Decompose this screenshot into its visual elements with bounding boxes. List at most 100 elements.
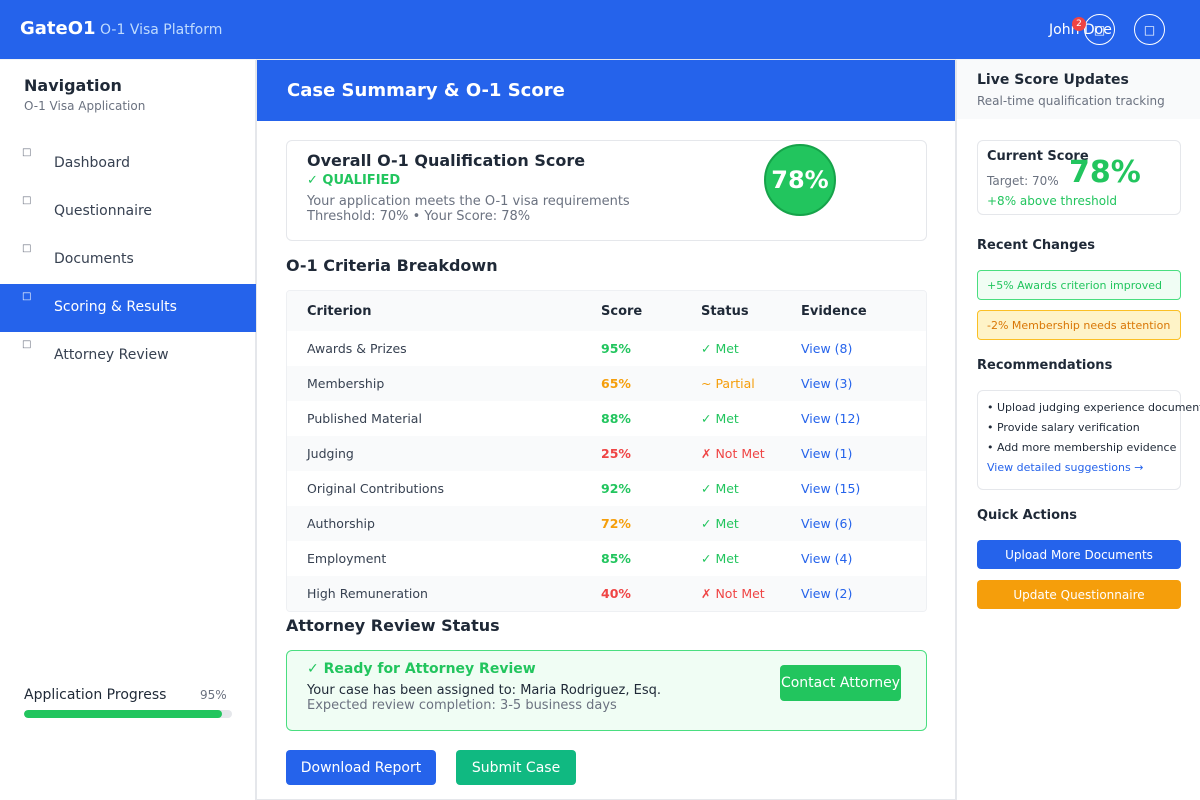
evidence-link[interactable]: View (3)	[801, 376, 852, 391]
documents-icon: □	[22, 243, 32, 254]
criterion-cell: Awards & Prizes	[307, 341, 407, 356]
gear-icon: □	[1143, 22, 1156, 37]
score-circle: 78%	[764, 144, 836, 216]
table-row: High Remuneration 40% ✗ Not Met View (2)	[287, 576, 926, 611]
submit-case-button[interactable]: Submit Case	[456, 750, 576, 785]
settings-button[interactable]: □	[1134, 14, 1165, 45]
update-questionnaire-button[interactable]: Update Questionnaire	[977, 580, 1181, 609]
notification-badge: 2	[1072, 17, 1086, 31]
qualification-status: ✓ QUALIFIED	[307, 173, 401, 188]
sidebar-item-questionnaire[interactable]: □ Questionnaire	[0, 188, 256, 236]
table-row: Membership 65% ~ Partial View (3)	[287, 366, 926, 401]
progress-value: 95%	[200, 688, 227, 702]
score-description: Your application meets the O-1 visa requ…	[307, 194, 630, 209]
criterion-cell: Published Material	[307, 411, 422, 426]
attorney-status-card: ✓ Ready for Attorney Review Your case ha…	[286, 650, 927, 731]
attorney-status-title: ✓ Ready for Attorney Review	[307, 661, 536, 677]
evidence-link[interactable]: View (12)	[801, 411, 860, 426]
quick-actions-heading: Quick Actions	[977, 508, 1078, 523]
live-score-panel: Live Score Updates Real-time qualificati…	[956, 60, 1200, 800]
current-score-target: Target: 70%	[987, 174, 1059, 188]
score-cell: 95%	[601, 341, 631, 356]
criterion-cell: High Remuneration	[307, 586, 428, 601]
sidebar-item-label: Dashboard	[54, 155, 130, 171]
table-header: Criterion Score Status Evidence	[287, 291, 926, 331]
notifications-button[interactable]: □	[1084, 14, 1115, 45]
status-cell: ✗ Not Met	[701, 586, 765, 601]
download-report-button[interactable]: Download Report	[286, 750, 436, 785]
table-row: Authorship 72% ✓ Met View (6)	[287, 506, 926, 541]
criteria-table: Criterion Score Status Evidence Awards &…	[286, 290, 927, 612]
score-cell: 65%	[601, 376, 631, 391]
status-cell: ✓ Met	[701, 481, 739, 496]
score-cell: 85%	[601, 551, 631, 566]
score-card-title: Overall O-1 Qualification Score	[307, 151, 586, 170]
criteria-heading: O-1 Criteria Breakdown	[286, 256, 498, 275]
table-row: Original Contributions 92% ✓ Met View (15)	[287, 471, 926, 506]
brand-logo[interactable]: GateO1	[20, 18, 96, 39]
detailed-suggestions-link[interactable]: View detailed suggestions →	[987, 461, 1143, 474]
sidebar-item-scoring[interactable]: □ Scoring & Results	[0, 284, 256, 332]
score-cell: 88%	[601, 411, 631, 426]
recommendation-item: • Upload judging experience documentatio…	[987, 401, 1200, 414]
evidence-link[interactable]: View (6)	[801, 516, 852, 531]
column-header: Criterion	[307, 304, 372, 319]
current-score-value: 78%	[1069, 155, 1141, 190]
score-threshold: Threshold: 70% • Your Score: 78%	[307, 209, 531, 224]
table-row: Published Material 88% ✓ Met View (12)	[287, 401, 926, 436]
column-header: Evidence	[801, 304, 867, 319]
score-cell: 72%	[601, 516, 631, 531]
brand-subtitle: O-1 Visa Platform	[100, 22, 223, 38]
sidebar-item-label: Documents	[54, 251, 134, 267]
bell-icon: □	[1093, 22, 1106, 37]
status-cell: ✓ Met	[701, 551, 739, 566]
column-header: Score	[601, 304, 643, 319]
recommendations-card: • Upload judging experience documentatio…	[977, 390, 1200, 490]
evidence-link[interactable]: View (2)	[801, 586, 852, 601]
score-card: Overall O-1 Qualification Score ✓ QUALIF…	[286, 140, 927, 241]
change-item-positive: +5% Awards criterion improved	[977, 270, 1181, 300]
status-cell: ~ Partial	[701, 376, 755, 391]
progress-fill	[24, 710, 222, 718]
criterion-cell: Original Contributions	[307, 481, 445, 496]
evidence-link[interactable]: View (4)	[801, 551, 852, 566]
progress-bar	[24, 710, 232, 718]
contact-attorney-button[interactable]: Contact Attorney	[780, 665, 901, 701]
table-row: Judging 25% ✗ Not Met View (1)	[287, 436, 926, 471]
page-title: Case Summary & O-1 Score	[287, 80, 565, 101]
evidence-link[interactable]: View (15)	[801, 481, 860, 496]
score-cell: 40%	[601, 586, 631, 601]
evidence-link[interactable]: View (8)	[801, 341, 852, 356]
criterion-cell: Judging	[307, 446, 354, 461]
criterion-cell: Membership	[307, 376, 385, 391]
sidebar-item-label: Scoring & Results	[54, 299, 177, 315]
top-bar: GateO1 O-1 Visa Platform John Doe □ 2 □	[0, 0, 1200, 59]
sidebar-item-documents[interactable]: □ Documents	[0, 236, 256, 284]
recent-changes-heading: Recent Changes	[977, 238, 1096, 253]
sidebar-item-attorney-review[interactable]: □ Attorney Review	[0, 332, 256, 380]
sidebar: Navigation O-1 Visa Application □ Dashbo…	[0, 60, 256, 800]
table-row: Employment 85% ✓ Met View (4)	[287, 541, 926, 576]
attorney-expected: Expected review completion: 3-5 business…	[307, 698, 617, 713]
recommendation-item: • Add more membership evidence	[987, 441, 1177, 454]
live-score-header: Live Score Updates Real-time qualificati…	[957, 60, 1200, 119]
evidence-link[interactable]: View (1)	[801, 446, 852, 461]
dashboard-icon: □	[22, 147, 32, 158]
upload-documents-button[interactable]: Upload More Documents	[977, 540, 1181, 569]
main-panel: Case Summary & O-1 Score Overall O-1 Qua…	[256, 59, 956, 800]
sidebar-item-label: Attorney Review	[54, 347, 169, 363]
sidebar-item-dashboard[interactable]: □ Dashboard	[0, 140, 256, 188]
column-header: Status	[701, 304, 749, 319]
attorney-icon: □	[22, 339, 32, 350]
current-score-delta: +8% above threshold	[987, 194, 1118, 208]
questionnaire-icon: □	[22, 195, 32, 206]
live-score-subtitle: Real-time qualification tracking	[977, 94, 1165, 108]
recommendation-item: • Provide salary verification	[987, 421, 1140, 434]
change-item-negative: -2% Membership needs attention	[977, 310, 1181, 340]
sidebar-subtitle: O-1 Visa Application	[24, 99, 146, 113]
criterion-cell: Authorship	[307, 516, 375, 531]
score-cell: 92%	[601, 481, 631, 496]
recommendations-heading: Recommendations	[977, 358, 1113, 373]
scoring-icon: □	[22, 291, 32, 302]
live-score-title: Live Score Updates	[977, 72, 1129, 88]
